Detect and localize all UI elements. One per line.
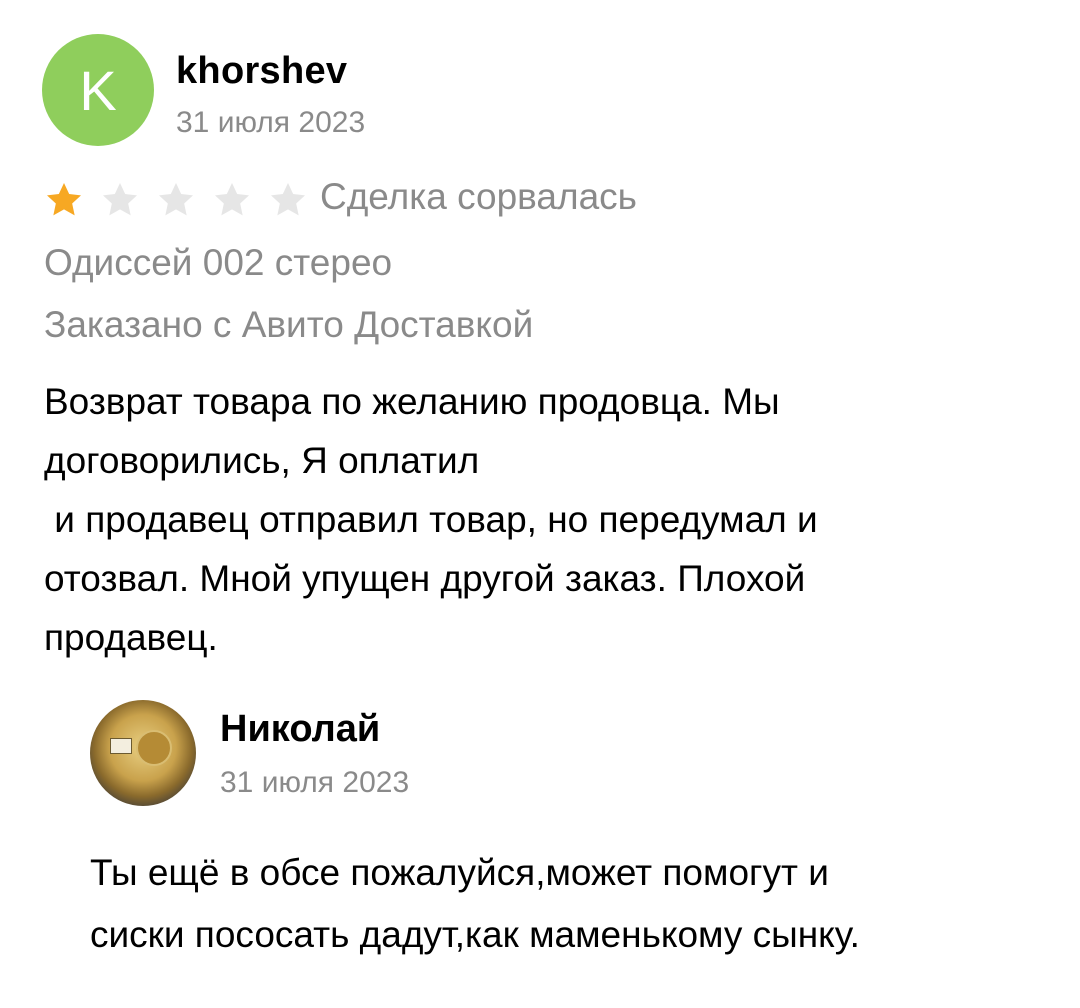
avatar[interactable]: K (42, 34, 154, 146)
review-card: K khorshev 31 июля 2023 Сделка сорвалась… (0, 0, 1080, 1008)
coin-counter-icon (110, 738, 132, 754)
reply-date: 31 июля 2023 (220, 766, 410, 799)
deal-status: Сделка сорвалась (320, 176, 637, 217)
star-icon (44, 180, 84, 220)
review-text-line: отозвал. Мной упущен другой заказ. Плохо… (44, 558, 806, 599)
delivery-note: Заказано с Авито Доставкой (44, 304, 534, 345)
reply-text-line: Ты ещё в обсе пожалуйся,может помогут и (90, 852, 829, 893)
review-text-line: договорились, Я оплатил (44, 440, 480, 481)
star-icon (100, 180, 140, 220)
review-text-line: продавец. (44, 617, 218, 658)
product-name[interactable]: Одиссей 002 стерео (44, 242, 392, 284)
rating-stars (44, 178, 324, 222)
review-text-line: Возврат товара по желанию продовца. Мы (44, 381, 780, 422)
author-name[interactable]: khorshev (176, 50, 347, 93)
star-icon (212, 180, 252, 220)
star-icon (156, 180, 196, 220)
reply-avatar[interactable] (90, 700, 196, 806)
star-icon (268, 180, 308, 220)
avatar-letter: K (79, 58, 117, 122)
review-date: 31 июля 2023 (176, 106, 366, 139)
reply-text-line: сиски пососать дадут,как маменькому сынк… (90, 914, 860, 955)
review-text: Возврат товара по желанию продовца. Мы д… (44, 372, 1024, 667)
reply-author-name[interactable]: Николай (220, 708, 380, 751)
coin-emblem-icon (136, 730, 172, 766)
reply-text: Ты ещё в обсе пожалуйся,может помогут и … (90, 842, 1050, 966)
review-text-line: и продавец отправил товар, но передумал … (44, 499, 818, 540)
